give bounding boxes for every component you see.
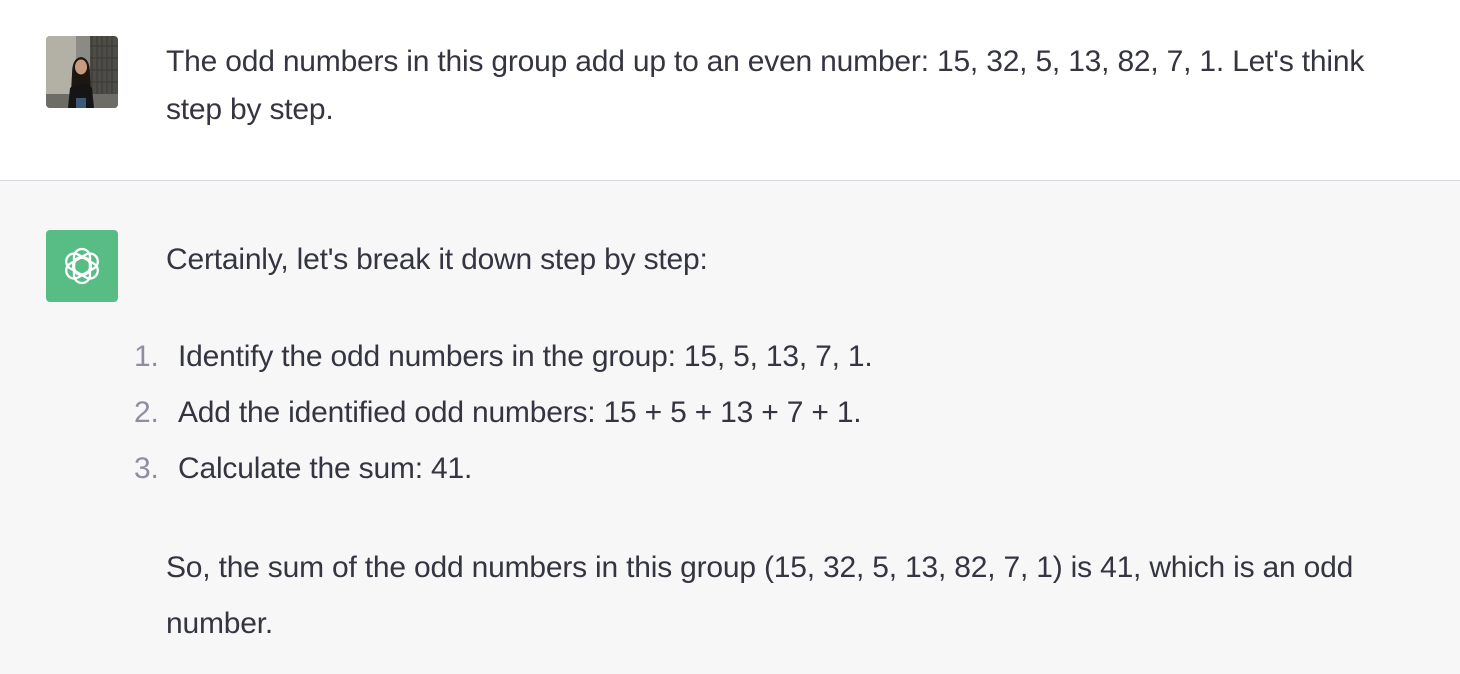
step-text: Identify the odd numbers in the group: 1…: [178, 340, 873, 373]
list-item: 3. Calculate the sum: 41.: [0, 445, 1460, 501]
user-photo-image: [46, 36, 118, 108]
chat-transcript: The odd numbers in this group add up to …: [0, 0, 1460, 674]
step-number: 1.: [134, 340, 159, 373]
step-number: 3.: [134, 452, 159, 485]
steps-list: 1. Identify the odd numbers in the group…: [0, 333, 1460, 501]
openai-logo-icon: [65, 247, 99, 285]
list-item: 2. Add the identified odd numbers: 15 + …: [0, 389, 1460, 445]
assistant-conclusion-text: So, the sum of the odd numbers in this g…: [166, 551, 1354, 640]
user-message: The odd numbers in this group add up to …: [0, 0, 1460, 181]
assistant-intro-text: Certainly, let's break it down step by s…: [166, 243, 708, 276]
user-message-text: The odd numbers in this group add up to …: [166, 45, 1365, 126]
step-number: 2.: [134, 396, 159, 429]
assistant-message: Certainly, let's break it down step by s…: [0, 181, 1460, 674]
step-text: Calculate the sum: 41.: [178, 452, 473, 485]
user-avatar: [46, 36, 118, 108]
list-item: 1. Identify the odd numbers in the group…: [0, 333, 1460, 389]
assistant-avatar: [46, 230, 118, 302]
step-text: Add the identified odd numbers: 15 + 5 +…: [178, 396, 862, 429]
